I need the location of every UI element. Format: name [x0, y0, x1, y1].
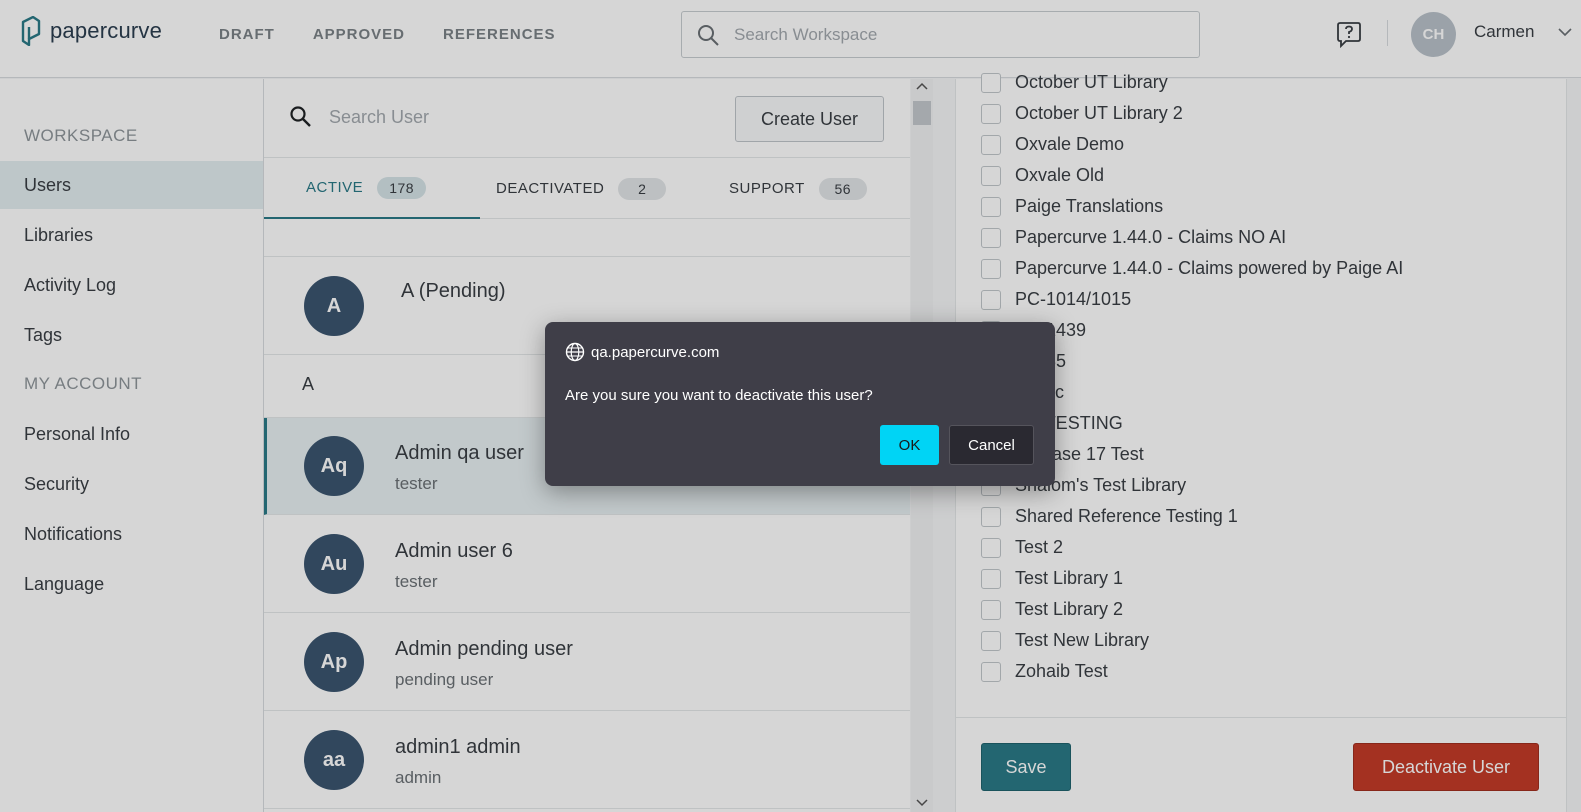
- dialog-message: Are you sure you want to deactivate this…: [565, 387, 873, 404]
- ok-button[interactable]: OK: [880, 425, 939, 465]
- globe-icon: [565, 342, 585, 362]
- dialog-origin: qa.papercurve.com: [565, 342, 719, 362]
- confirm-dialog: qa.papercurve.com Are you sure you want …: [545, 322, 1055, 486]
- dialog-origin-text: qa.papercurve.com: [591, 343, 720, 361]
- cancel-button[interactable]: Cancel: [949, 425, 1034, 465]
